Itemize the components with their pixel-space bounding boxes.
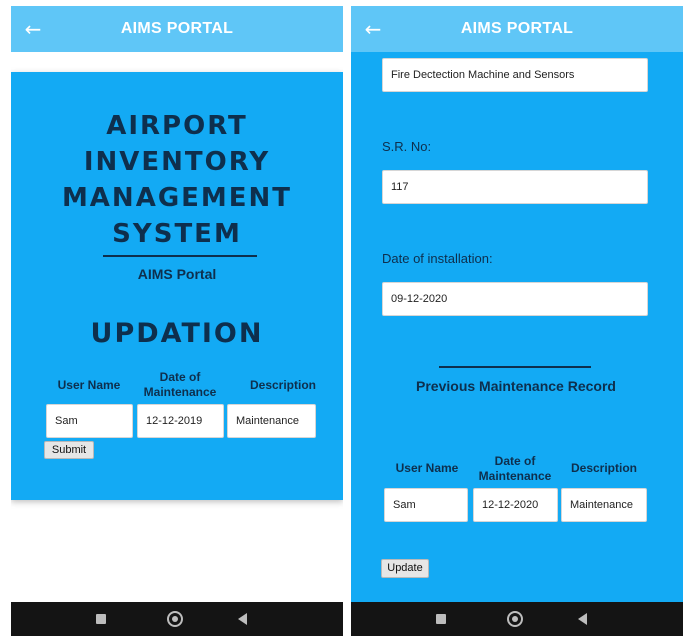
system-title: AIRPORT INVENTORY MANAGEMENT SYSTEM xyxy=(11,108,343,252)
column-header-user-name: User Name xyxy=(57,378,121,392)
maintenance-date-field[interactable]: 12-12-2020 xyxy=(473,488,558,522)
description-input[interactable]: Maintenance xyxy=(227,404,316,438)
column-header-description: Description xyxy=(570,461,637,475)
android-nav-bar xyxy=(351,602,683,636)
maintenance-date-input[interactable]: 12-12-2019 xyxy=(137,404,224,438)
triangle-back-icon[interactable] xyxy=(238,613,247,625)
user-name-field[interactable]: Sam xyxy=(384,488,468,522)
equipment-name-field[interactable]: Fire Dectection Machine and Sensors xyxy=(382,58,648,92)
column-header-description: Description xyxy=(249,378,316,392)
app-bar: ← AIMS PORTAL xyxy=(351,6,683,52)
installation-date-field[interactable]: 09-12-2020 xyxy=(382,282,648,316)
portal-subtitle: AIMS Portal xyxy=(137,266,217,282)
android-nav-bar xyxy=(11,602,343,636)
circle-icon[interactable] xyxy=(167,611,183,627)
title-divider xyxy=(103,255,257,257)
system-title-line: AIRPORT xyxy=(106,111,248,141)
record-divider xyxy=(439,366,591,368)
column-header-date: Date of Maintenance xyxy=(143,370,217,399)
app-bar: ← AIMS PORTAL xyxy=(11,6,343,52)
description-field[interactable]: Maintenance xyxy=(561,488,647,522)
app-title: AIMS PORTAL xyxy=(120,20,234,37)
installation-date-label: Date of installation: xyxy=(382,251,493,266)
updation-card: AIRPORT INVENTORY MANAGEMENT SYSTEM AIMS… xyxy=(11,72,343,500)
system-title-line: INVENTORY xyxy=(83,147,271,177)
submit-button[interactable]: Submit xyxy=(44,441,94,459)
circle-icon[interactable] xyxy=(507,611,523,627)
column-header-user-name: User Name xyxy=(395,461,459,475)
system-title-line: MANAGEMENT xyxy=(61,183,293,213)
column-header-date: Date of Maintenance xyxy=(478,454,552,483)
previous-maintenance-heading: Previous Maintenance Record xyxy=(416,378,616,394)
triangle-back-icon[interactable] xyxy=(578,613,587,625)
system-title-line: SYSTEM xyxy=(112,219,242,249)
sr-no-label: S.R. No: xyxy=(382,139,432,154)
left-screen: ← AIMS PORTAL AIRPORT INVENTORY MANAGEME… xyxy=(11,6,343,636)
square-icon[interactable] xyxy=(96,614,106,624)
sr-no-field[interactable]: 117 xyxy=(382,170,648,204)
app-title: AIMS PORTAL xyxy=(460,20,574,37)
square-icon[interactable] xyxy=(436,614,446,624)
update-button[interactable]: Update xyxy=(381,559,429,578)
updation-heading: UPDATION xyxy=(90,318,264,349)
right-screen: ← AIMS PORTAL Fire Dectection Machine an… xyxy=(351,6,683,636)
user-name-input[interactable]: Sam xyxy=(46,404,133,438)
